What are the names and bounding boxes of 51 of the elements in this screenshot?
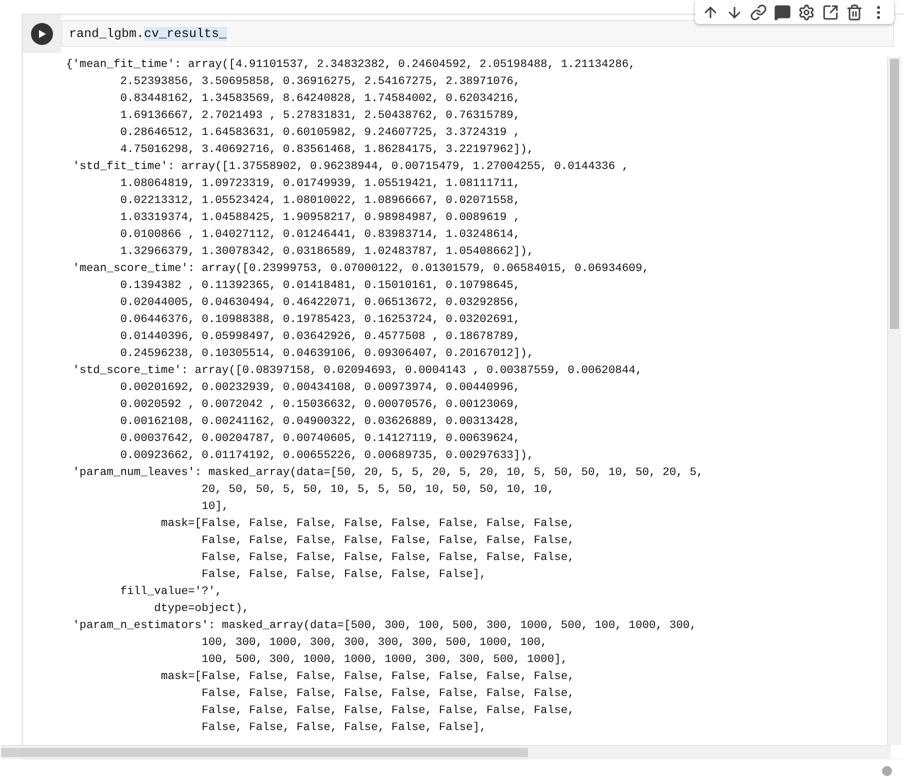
- output-line: False, False, False, False, False, False],: [200, 568, 486, 583]
- output-line: 0.06446376, 0.10988388, 0.19785423, 0.16253724, 0.03202691,: [119, 313, 520, 328]
- output-line: 1.69136667, 2.7021493 , 5.27831831, 2.50438762, 0.76315789,: [119, 109, 520, 124]
- output-line: 'param_n_estimators': masked_array(data=[500, 300, 100, 500, 300, 1000, 500, 100, 1000, 300,: [72, 618, 696, 634]
- output-line: 100, 300, 1000, 300, 300, 300, 300, 500, 1000, 100,: [200, 636, 548, 651]
- output-line: 0.28646512, 1.64583631, 0.60105982, 9.24607725, 3.3724319 ,: [119, 126, 520, 141]
- link-icon[interactable]: [749, 2, 768, 22]
- output-line: mask=[False, False, False, False, False, False, False, False,: [160, 670, 574, 685]
- output-line: False, False, False, False, False, False, False, False,: [200, 686, 574, 702]
- output-line: 0.00162108, 0.00241162, 0.04900322, 0.03626889, 0.00313428,: [119, 415, 520, 430]
- output-line: 'std_fit_time': array([1.37558902, 0.96238944, 0.00715479, 1.27004255, 0.0144336 ,: [72, 160, 629, 175]
- output-line: 10],: [200, 500, 229, 515]
- output-line: 1.08064819, 1.09723319, 0.01749939, 1.05519421, 1.08111711,: [119, 177, 520, 192]
- settings-icon[interactable]: [797, 2, 816, 22]
- output-line: 2.52393856, 3.50695858, 0.36916275, 2.54167275, 2.38971076,: [119, 75, 520, 90]
- output-line: 100, 500, 300, 1000, 1000, 1000, 300, 300, 500, 1000],: [200, 652, 568, 668]
- output-line: 20, 50, 50, 5, 50, 10, 5, 5, 50, 10, 50, 50, 10, 10,: [200, 483, 554, 498]
- output-line: 'std_score_time': array([0.08397158, 0.02094693, 0.0004143 , 0.00387559, 0.00620844,: [72, 364, 642, 379]
- status-dot-icon: [882, 766, 892, 776]
- delete-icon[interactable]: [845, 2, 864, 22]
- output-line: 0.24596238, 0.10305514, 0.04639106, 0.09306407, 0.20167012]),: [119, 346, 534, 362]
- output-line: 0.00923662, 0.01174192, 0.00655226, 0.00689735, 0.00297633]),: [119, 448, 534, 464]
- output-line: 0.02213312, 1.05523424, 1.08010022, 1.08966667, 0.02071558,: [119, 194, 520, 209]
- output-line: 1.32966379, 1.30078342, 0.03186589, 1.02483787, 1.05408662]),: [119, 244, 534, 260]
- output-line: 'param_num_leaves': masked_array(data=[50, 20, 5, 5, 20, 5, 20, 10, 5, 50, 50, 10, 50, 20, 5,: [72, 466, 704, 481]
- output-line: 0.0100866 , 1.04027112, 0.01246441, 0.83983714, 1.03248614,: [119, 228, 520, 243]
- comment-icon[interactable]: [773, 2, 792, 22]
- output-line: False, False, False, False, False, False],: [200, 720, 486, 736]
- play-icon: [37, 29, 47, 39]
- output-line: fill_value='?',: [119, 584, 222, 600]
- run-button[interactable]: [31, 23, 53, 45]
- output-line: 0.1394382 , 0.11392365, 0.01418481, 0.15010161, 0.10798645,: [119, 279, 520, 294]
- output-line: 0.0020592 , 0.0072042 , 0.15036632, 0.00070576, 0.00123069,: [119, 398, 520, 413]
- output-line: 0.01440396, 0.05998497, 0.03642926, 0.4577508 , 0.18678789,: [119, 330, 520, 345]
- horizontal-scrollbar[interactable]: [1, 745, 891, 759]
- output-line: {'mean_fit_time': array([4.91101537, 2.34832382, 0.24604592, 2.05198488, 1.21134286,: [66, 58, 636, 73]
- output-line: dtype=object),: [153, 602, 250, 617]
- output-line: 0.02044005, 0.04630494, 0.46422071, 0.06513672, 0.03292856,: [119, 296, 520, 311]
- output-line: False, False, False, False, False, False, False, False,: [200, 704, 574, 719]
- output-line: 0.83448162, 1.34583569, 8.64240828, 1.74584002, 0.62034216,: [119, 92, 520, 107]
- output-line: mask=[False, False, False, False, False, False, False, False,: [160, 516, 574, 532]
- code-input-field[interactable]: rand_lgbm.cv_results_: [61, 20, 894, 47]
- output-line: False, False, False, False, False, False, False, False,: [200, 534, 574, 549]
- output-line: 0.00201692, 0.00232939, 0.00434108, 0.00973974, 0.00440996,: [119, 381, 520, 396]
- output-line: 1.03319374, 1.04588425, 1.90958217, 0.98984987, 0.0089619 ,: [119, 211, 520, 226]
- output-line: False, False, False, False, False, False, False, False,: [200, 550, 574, 566]
- open-external-icon[interactable]: [821, 2, 840, 22]
- output-line: 'mean_score_time': array([0.23999753, 0.07000122, 0.01301579, 0.06584015, 0.06934609,: [72, 262, 650, 277]
- vertical-scrollbar[interactable]: [887, 57, 901, 745]
- output-line: 0.00037642, 0.00204787, 0.00740605, 0.14127119, 0.00639624,: [119, 432, 520, 447]
- output-line: 4.75016298, 3.40692716, 0.83561468, 1.86284175, 3.22197962]),: [119, 142, 534, 158]
